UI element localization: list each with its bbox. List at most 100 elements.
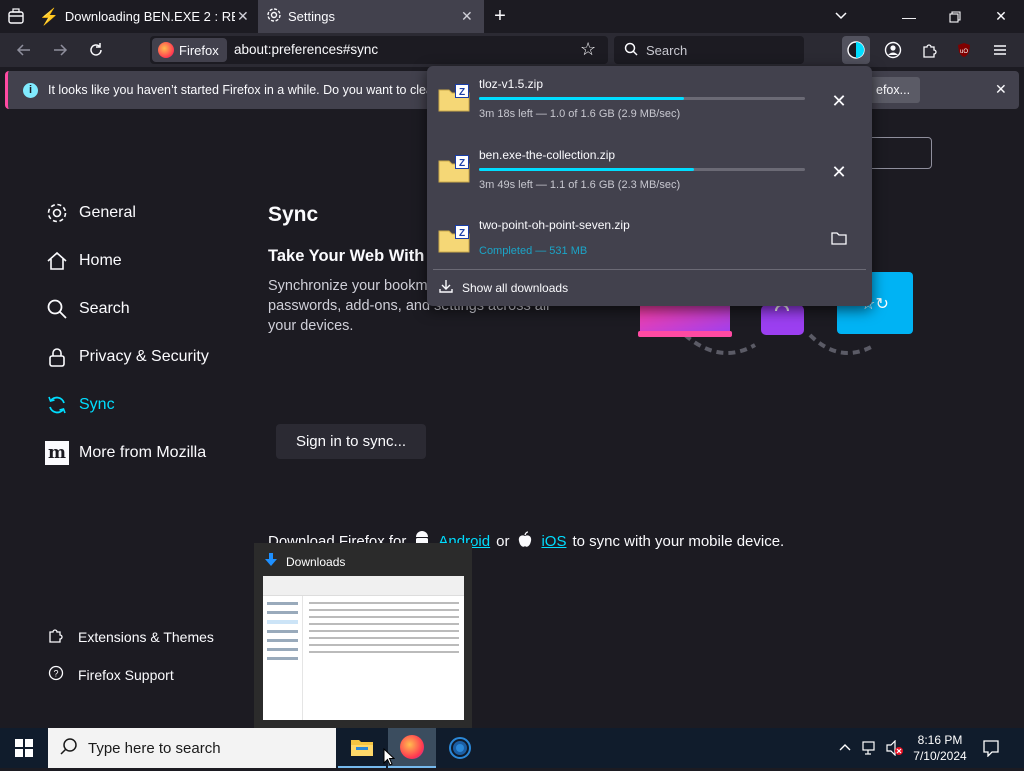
svg-text:Z: Z xyxy=(459,228,465,239)
url-bar[interactable]: Firefox about:preferences#sync ☆ xyxy=(150,36,608,64)
restore-button[interactable] xyxy=(932,0,978,33)
page-title: Sync xyxy=(268,203,319,226)
category-label: Sync xyxy=(79,396,115,413)
category-label: Home xyxy=(79,252,122,269)
network-icon[interactable] xyxy=(862,740,880,761)
zip-archive-icon: Z xyxy=(438,84,470,112)
ios-link[interactable]: iOS xyxy=(541,533,566,550)
search-icon xyxy=(624,42,638,59)
tab-downloading[interactable]: ⚡ Downloading BEN.EXE 2 : REMA ✕ xyxy=(33,0,255,33)
bookmark-star-icon[interactable]: ☆ xyxy=(580,39,596,60)
firefox-logo-icon xyxy=(158,42,174,58)
puzzle-icon xyxy=(48,627,64,646)
tab-label: Settings xyxy=(288,9,335,24)
category-label: Privacy & Security xyxy=(79,348,209,365)
lightning-icon: ⚡ xyxy=(39,8,59,26)
close-icon[interactable]: ✕ xyxy=(237,8,249,25)
sign-in-to-sync-button[interactable]: Sign in to sync... xyxy=(276,424,426,459)
category-general[interactable]: General xyxy=(45,201,136,225)
download-item[interactable]: Z two-point-oh-point-seven.zip Completed… xyxy=(435,211,864,277)
category-search[interactable]: Search xyxy=(45,297,130,321)
download-status: Completed — 531 MB xyxy=(479,245,588,257)
identity-label: Firefox xyxy=(179,42,219,58)
download-item[interactable]: Z ben.exe-the-collection.zip 3m 49s left… xyxy=(435,141,864,207)
volume-muted-icon[interactable] xyxy=(886,739,904,761)
svg-text:?: ? xyxy=(53,669,58,679)
category-label: General xyxy=(79,204,136,221)
download-arrow-icon xyxy=(263,552,279,571)
chevron-up-icon[interactable] xyxy=(838,740,852,759)
category-label: Search xyxy=(79,300,130,317)
forward-button[interactable] xyxy=(46,36,74,64)
folder-icon[interactable] xyxy=(826,225,852,251)
search-placeholder: Search xyxy=(646,42,688,58)
explorer-ribbon xyxy=(263,576,464,596)
tab-settings[interactable]: Settings ✕ xyxy=(258,0,484,33)
footer-label: Firefox Support xyxy=(78,666,174,683)
navigation-toolbar: Firefox about:preferences#sync ☆ Search … xyxy=(0,33,1024,67)
close-icon[interactable]: ✕ xyxy=(461,8,473,25)
cancel-download-button[interactable]: ✕ xyxy=(826,159,852,185)
close-window-button[interactable]: ✕ xyxy=(978,0,1024,33)
back-button[interactable] xyxy=(10,36,38,64)
close-icon[interactable]: ✕ xyxy=(995,81,1007,98)
tab-strip: ⚡ Downloading BEN.EXE 2 : REMA ✕ Setting… xyxy=(0,0,1024,33)
search-bar[interactable]: Search xyxy=(614,36,804,64)
action-center-icon[interactable] xyxy=(982,739,1000,762)
category-sync[interactable]: Sync xyxy=(45,393,115,417)
extensions-themes-link[interactable]: Extensions & Themes xyxy=(48,627,214,646)
category-more-from-mozilla[interactable]: m More from Mozilla xyxy=(45,441,206,465)
category-privacy[interactable]: Privacy & Security xyxy=(45,345,209,369)
category-home[interactable]: Home xyxy=(45,249,122,273)
clock[interactable]: 8:16 PM 7/10/2024 xyxy=(910,732,970,764)
firefox-support-link[interactable]: ? Firefox Support xyxy=(48,665,174,684)
taskbar-thumbnail-preview[interactable]: Downloads xyxy=(254,543,472,728)
info-icon: i xyxy=(23,82,38,98)
download-status: 3m 18s left — 1.0 of 1.6 GB (2.9 MB/sec) xyxy=(479,108,681,120)
minimize-button[interactable]: — xyxy=(886,0,932,33)
thumbnail-window-image xyxy=(263,576,464,720)
refresh-firefox-button[interactable]: efox... xyxy=(868,77,920,103)
extensions-puzzle-icon[interactable] xyxy=(915,36,943,64)
svg-text:uO: uO xyxy=(960,49,968,55)
download-item[interactable]: Z tloz-v1.5.zip 3m 18s left — 1.0 of 1.6… xyxy=(435,70,864,136)
windows-start-button[interactable] xyxy=(0,728,48,768)
download-filename: two-point-oh-point-seven.zip xyxy=(479,218,630,232)
hamburger-menu-icon[interactable] xyxy=(986,36,1014,64)
gear-icon xyxy=(266,7,282,26)
url-text[interactable]: about:preferences#sync xyxy=(234,42,378,57)
account-icon[interactable] xyxy=(879,36,907,64)
gear-icon xyxy=(45,201,69,225)
mobile-suffix: to sync with your mobile device. xyxy=(572,533,785,550)
firefox-taskbar-icon[interactable] xyxy=(388,728,436,768)
explorer-file-list xyxy=(309,602,459,658)
download-arrow-icon xyxy=(439,279,453,296)
downloads-panel: Z tloz-v1.5.zip 3m 18s left — 1.0 of 1.6… xyxy=(427,66,872,306)
download-progress-fill xyxy=(479,97,685,100)
cancel-download-button[interactable]: ✕ xyxy=(826,88,852,114)
lock-icon xyxy=(45,345,69,369)
download-progress-fill xyxy=(479,168,695,171)
chevron-down-icon[interactable] xyxy=(832,7,850,25)
sync-description-line: your devices. xyxy=(268,318,354,334)
ublock-origin-icon[interactable]: uO xyxy=(950,36,978,64)
sync-icon xyxy=(45,393,69,417)
download-filename: ben.exe-the-collection.zip xyxy=(479,148,616,162)
downloads-button[interactable] xyxy=(842,36,870,64)
category-label: More from Mozilla xyxy=(79,444,207,461)
svg-text:Z: Z xyxy=(459,87,465,98)
identity-box[interactable]: Firefox xyxy=(152,38,227,62)
new-tab-button[interactable]: + xyxy=(490,6,510,26)
chrome-taskbar-icon[interactable] xyxy=(436,728,484,768)
show-all-downloads-button[interactable]: Show all downloads xyxy=(439,279,568,296)
mozilla-icon: m xyxy=(45,441,69,465)
sync-subheading: Take Your Web With xyxy=(268,247,425,265)
footer-label: Extensions & Themes xyxy=(78,628,214,645)
notification-text: It looks like you haven’t started Firefo… xyxy=(48,83,450,97)
or-text: or xyxy=(496,533,510,550)
tab-list-icon[interactable] xyxy=(6,7,26,27)
taskbar-search-box[interactable]: Type here to search xyxy=(48,728,336,768)
reload-button[interactable] xyxy=(82,36,110,64)
file-explorer-taskbar-icon[interactable] xyxy=(338,728,386,768)
firefox-logo-icon xyxy=(400,735,424,759)
